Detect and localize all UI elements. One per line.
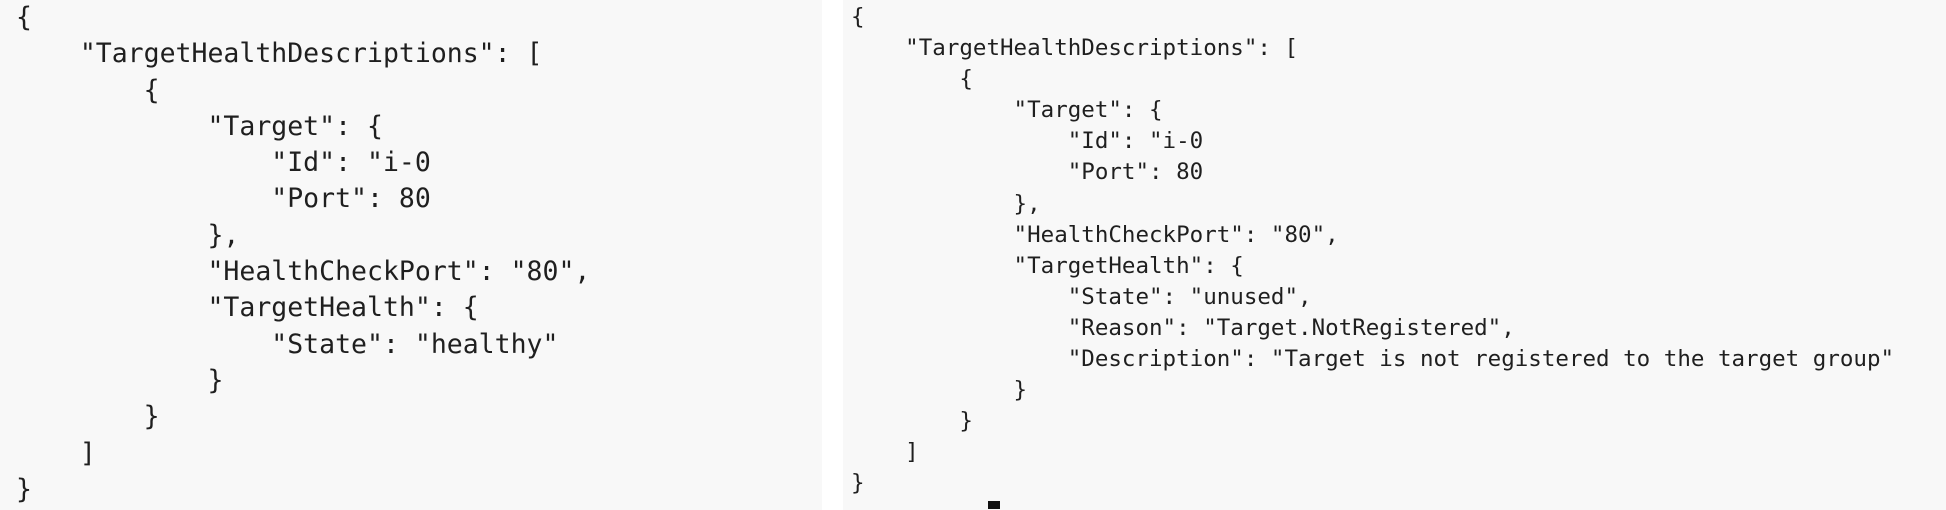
code-line: "HealthCheckPort": "80", bbox=[16, 256, 591, 288]
screenshot-stage: { "TargetHealthDescriptions": [ { "Targe… bbox=[0, 0, 1946, 510]
code-line: "TargetHealth": { bbox=[16, 292, 479, 324]
code-line: "State": "healthy" bbox=[16, 328, 559, 360]
code-line: "Target": { bbox=[851, 97, 1163, 124]
code-line: } bbox=[851, 408, 973, 435]
code-line: "Port": 80 bbox=[16, 183, 431, 215]
code-line: } bbox=[851, 377, 1028, 404]
code-line: "Reason": "Target.NotRegistered", bbox=[851, 314, 1515, 341]
code-line: "TargetHealthDescriptions": [ bbox=[16, 38, 543, 70]
code-line: } bbox=[16, 401, 160, 433]
code-line: "Id": "i-0 bbox=[851, 128, 1204, 155]
code-line: "TargetHealthDescriptions": [ bbox=[851, 35, 1299, 62]
code-line: "Target": { bbox=[16, 110, 383, 142]
code-line: ] bbox=[851, 439, 919, 466]
code-line: "HealthCheckPort": "80", bbox=[851, 221, 1339, 248]
code-line: } bbox=[16, 473, 32, 505]
code-line: "TargetHealth": { bbox=[851, 252, 1244, 279]
code-line: { bbox=[16, 74, 160, 106]
code-line: { bbox=[851, 66, 973, 93]
code-line: { bbox=[16, 2, 32, 33]
code-line: ] bbox=[16, 437, 96, 469]
right-json-panel: { "TargetHealthDescriptions": [ { "Targe… bbox=[843, 0, 1946, 510]
right-json-code: { "TargetHealthDescriptions": [ { "Targe… bbox=[851, 2, 1894, 500]
text-cursor-icon bbox=[988, 501, 1000, 509]
code-line: }, bbox=[851, 190, 1041, 217]
left-json-code: { "TargetHealthDescriptions": [ { "Targe… bbox=[16, 0, 590, 508]
code-line: "State": "unused", bbox=[851, 283, 1312, 310]
code-line: "Port": 80 bbox=[851, 159, 1204, 186]
left-json-panel: { "TargetHealthDescriptions": [ { "Targe… bbox=[0, 0, 822, 510]
code-line: } bbox=[851, 470, 865, 497]
code-line: "Description": "Target is not registered… bbox=[851, 346, 1895, 373]
code-line: { bbox=[851, 4, 865, 30]
code-line: }, bbox=[16, 219, 240, 251]
code-line: } bbox=[16, 364, 224, 396]
code-line: "Id": "i-0 bbox=[16, 147, 431, 179]
